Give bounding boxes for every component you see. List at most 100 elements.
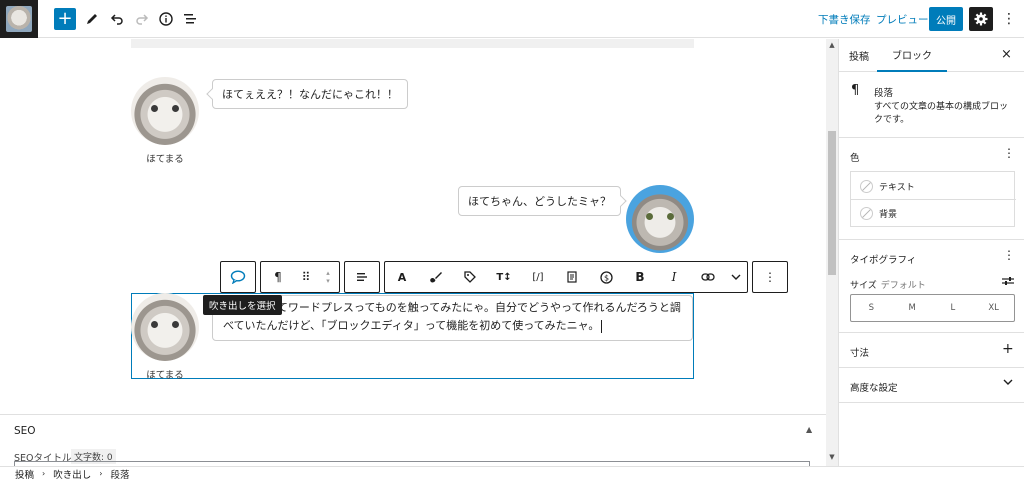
site-icon-button[interactable] (0, 0, 38, 38)
block-toolbar: ¶ ⠿ ▴ ▾ A T↕ [/] $ B I ⋮ (220, 261, 788, 293)
color-panel: 色 ⋮ テキスト 背景 (839, 138, 1024, 240)
avatar-name: ほてまる (146, 370, 184, 381)
speech-text-editable[interactable]: ほてまるってワードプレスってものを触ってみたにゃ。自分でどうやって作れるんだろう… (212, 295, 693, 341)
seo-metabox: SEO ▲ SEOタイトル 文字数: 0 (0, 414, 826, 469)
breadcrumb-item[interactable]: 段落 (110, 467, 129, 481)
align-icon[interactable] (345, 262, 379, 292)
advanced-panel-title: 高度な設定 (850, 383, 898, 394)
breadcrumb-item[interactable]: 吹き出し (53, 467, 91, 481)
site-logo (6, 6, 32, 32)
typography-panel: タイポグラフィ ⋮ サイズ デフォルト S M L XL (839, 240, 1024, 333)
chevron-down-icon[interactable] (725, 262, 747, 292)
toolbar-group-block: ¶ ⠿ ▴ ▾ (260, 261, 340, 293)
text-size-icon[interactable]: T↕ (487, 262, 521, 292)
font-icon[interactable]: A (385, 262, 419, 292)
editor-canvas: ほてまる ほてぇええ？！なんだにゃこれ！！ ほてちゃん、どうしたミャ？ ほてまる… (0, 39, 826, 414)
more-vertical-icon[interactable]: ⋮ (753, 262, 787, 292)
font-size-option-xl[interactable]: XL (973, 295, 1014, 321)
speech-text: ほてちゃん、どうしたミャ？ (468, 195, 611, 208)
chevron-right-icon: › (42, 469, 46, 478)
advanced-panel[interactable]: 高度な設定 (839, 368, 1024, 403)
previous-block[interactable] (131, 39, 694, 48)
color-options: テキスト 背景 (850, 171, 1016, 227)
tag-icon[interactable] (453, 262, 487, 292)
sidebar-tabs: 投稿 ブロック × (839, 39, 1024, 72)
speech-text: ほてまるってワードプレスってものを触ってみたにゃ。自分でどうやって作れるんだろう… (223, 301, 681, 332)
seo-panel-title: SEO (14, 425, 36, 437)
preview-button[interactable]: プレビュー (876, 12, 929, 27)
paragraph-icon[interactable]: ¶ (261, 262, 295, 292)
more-vertical-icon[interactable]: ⋮ (1003, 248, 1015, 262)
info-icon[interactable] (154, 7, 178, 31)
avatar (131, 293, 199, 361)
code-icon[interactable]: [/] (521, 262, 555, 292)
speech-text: ほてぇええ？！なんだにゃこれ！！ (222, 88, 398, 101)
editor-scrollbar[interactable]: ▲ ▼ (826, 39, 838, 466)
plus-icon[interactable]: + (1002, 341, 1014, 357)
avatar (131, 77, 199, 145)
toolbar-group-format: A T↕ [/] $ B I (384, 261, 748, 293)
add-block-button[interactable]: + (54, 8, 76, 30)
font-size-option-m[interactable]: M (892, 295, 933, 321)
italic-button[interactable]: I (657, 262, 691, 292)
scroll-up-arrow-icon[interactable]: ▲ (826, 41, 838, 49)
toolbar-group-options: ⋮ (752, 261, 788, 293)
bold-button[interactable]: B (623, 262, 657, 292)
color-panel-title: 色 (850, 153, 860, 164)
block-name: 段落 (874, 88, 894, 99)
dimensions-panel-title: 寸法 (850, 348, 870, 359)
color-swatch-icon (860, 207, 873, 220)
save-draft-button[interactable]: 下書き保存 (818, 12, 871, 27)
speech-bubble-icon[interactable] (221, 262, 255, 292)
link-icon[interactable] (691, 262, 725, 292)
tooltip: 吹き出しを選択 (203, 295, 282, 315)
breadcrumb: 投稿 › 吹き出し › 段落 (0, 466, 1024, 481)
settings-sliders-icon[interactable] (1002, 276, 1014, 289)
speech-bubble[interactable]: ほてちゃん、どうしたミャ？ (458, 186, 627, 216)
publish-button[interactable]: 公開 (929, 7, 963, 31)
color-option-label: 背景 (879, 210, 898, 220)
tab-block[interactable]: ブロック (877, 39, 947, 72)
font-size-label: サイズ デフォルト (850, 281, 926, 291)
toolbar-group-align (344, 261, 380, 293)
block-description: すべての文章の基本の構成ブロックです。 (874, 102, 1009, 125)
pencil-icon[interactable] (80, 7, 104, 31)
font-size-option-l[interactable]: L (933, 295, 974, 321)
document-icon[interactable] (555, 262, 589, 292)
color-swatch-icon (860, 179, 873, 193)
font-size-picker: S M L XL (850, 294, 1015, 322)
drag-handle-icon[interactable]: ⠿ (295, 262, 317, 292)
toolbar-group-parent (220, 261, 256, 293)
editor-header: + 下書き保存 プレビュー 公開 ⋮ (0, 0, 1024, 38)
list-view-icon[interactable] (178, 7, 202, 31)
text-caret (601, 319, 603, 333)
breadcrumb-item[interactable]: 投稿 (15, 467, 34, 481)
scroll-down-arrow-icon[interactable]: ▼ (826, 453, 838, 461)
chevron-right-icon: › (99, 469, 103, 478)
more-vertical-icon[interactable]: ⋮ (1003, 146, 1015, 160)
brush-icon[interactable] (419, 262, 453, 292)
dollar-icon[interactable]: $ (589, 262, 623, 292)
typography-panel-title: タイポグラフィ (850, 255, 917, 266)
more-vertical-icon[interactable]: ⋮ (999, 7, 1019, 31)
close-icon[interactable]: × (1001, 47, 1012, 62)
gear-icon[interactable] (969, 7, 993, 31)
tab-post[interactable]: 投稿 (839, 39, 879, 72)
avatar (626, 185, 694, 253)
scrollbar-thumb[interactable] (828, 131, 836, 275)
undo-icon[interactable] (105, 7, 129, 31)
speech-bubble[interactable]: ほてぇええ？！なんだにゃこれ！！ (206, 79, 408, 109)
svg-text:$: $ (603, 273, 608, 282)
settings-sidebar: 投稿 ブロック × ¶ 段落 すべての文章の基本の構成ブロックです。 色 ⋮ テ… (838, 39, 1024, 466)
color-option-background[interactable]: 背景 (851, 199, 1016, 227)
dimensions-panel[interactable]: 寸法 + (839, 333, 1024, 368)
block-card: ¶ 段落 すべての文章の基本の構成ブロックです。 (839, 72, 1024, 138)
collapse-arrow-icon[interactable]: ▲ (806, 425, 812, 434)
avatar-name: ほてまる (146, 154, 184, 165)
chevron-down-icon[interactable] (1003, 377, 1013, 388)
color-option-text[interactable]: テキスト (851, 172, 1016, 200)
redo-icon[interactable] (130, 7, 154, 31)
move-up-down-icon[interactable]: ▴ ▾ (317, 262, 339, 292)
color-option-label: テキスト (879, 182, 915, 193)
font-size-option-s[interactable]: S (851, 295, 892, 321)
